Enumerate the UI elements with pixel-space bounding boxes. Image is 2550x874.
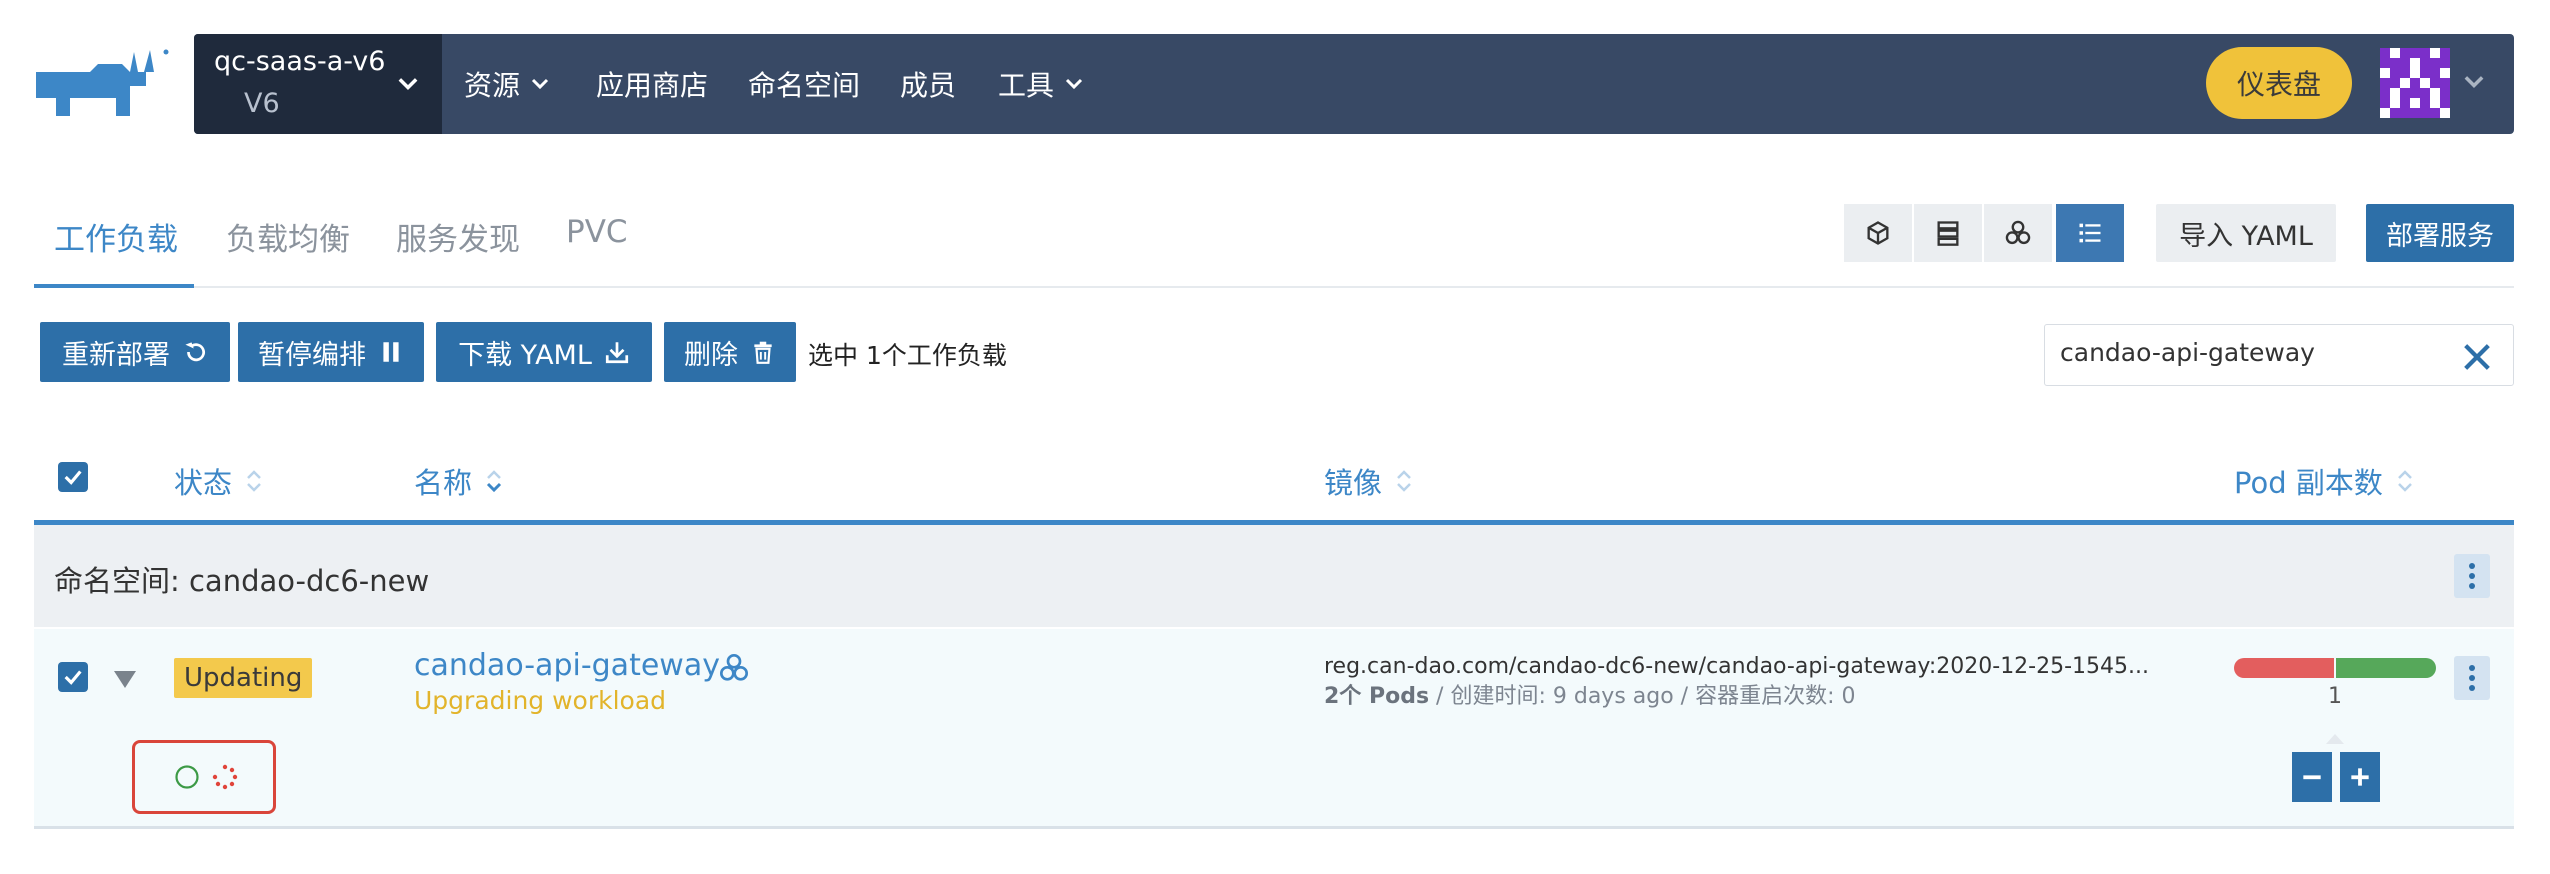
column-header-image[interactable]: 镜像 xyxy=(1324,460,1414,502)
delete-button[interactable]: 删除 xyxy=(664,322,796,382)
list-view-icon xyxy=(2079,223,2101,243)
tab-workloads[interactable]: 工作负载 xyxy=(54,214,178,259)
user-avatar[interactable] xyxy=(2380,48,2450,118)
dashboard-button[interactable]: 仪表盘 xyxy=(2206,47,2352,119)
nav-app-store[interactable]: 应用商店 xyxy=(596,64,708,104)
trash-icon xyxy=(754,341,772,364)
cluster-version: V6 xyxy=(244,88,280,119)
node-cluster-icon xyxy=(720,654,748,681)
view-by-namespace-button[interactable] xyxy=(1844,204,1912,262)
undo-icon xyxy=(185,342,205,362)
view-by-group-button[interactable] xyxy=(1984,204,2052,262)
chevron-down-icon xyxy=(531,78,549,90)
download-icon xyxy=(605,342,628,364)
workload-meta: 2个 Pods / 创建时间: 9 days ago / 容器重启次数: 0 xyxy=(1324,678,1856,710)
chevron-down-icon xyxy=(1065,78,1083,90)
workload-image: reg.can-dao.com/candao-dc6-new/candao-ap… xyxy=(1324,654,2150,679)
import-yaml-button[interactable]: 导入 YAML xyxy=(2156,204,2336,262)
search-input-value: candao-api-gateway xyxy=(2060,338,2315,367)
chevron-down-icon[interactable] xyxy=(394,70,422,98)
rancher-logo-icon[interactable] xyxy=(30,46,172,118)
column-header-status[interactable]: 状态 xyxy=(174,460,264,502)
cluster-name: qc-saas-a-v6 xyxy=(214,46,386,77)
namespace-group-label: 命名空间: candao-dc6-new xyxy=(54,564,430,598)
view-by-node-button[interactable] xyxy=(1914,204,1982,262)
row-divider xyxy=(34,826,2514,829)
nav-namespaces[interactable]: 命名空间 xyxy=(748,64,860,104)
expand-row-icon[interactable] xyxy=(112,668,138,690)
workload-name-link[interactable]: candao-api-gateway xyxy=(414,648,720,683)
deploy-service-button[interactable]: 部署服务 xyxy=(2366,204,2514,262)
cube-icon xyxy=(1867,221,1889,245)
tab-service-discovery[interactable]: 服务发现 xyxy=(396,214,520,259)
highlight-box xyxy=(132,740,276,814)
pod-running-icon[interactable] xyxy=(174,764,200,790)
tab-divider xyxy=(34,286,2514,288)
chevron-down-icon[interactable] xyxy=(2460,68,2488,96)
checkmark-icon xyxy=(64,470,82,485)
selection-count: 选中 1个工作负载 xyxy=(808,341,1007,370)
node-cluster-icon xyxy=(2005,220,2031,245)
pod-updating-spinner-icon[interactable] xyxy=(212,764,238,790)
checkmark-icon xyxy=(64,670,82,685)
kebab-menu-icon xyxy=(2469,563,2475,589)
column-header-name[interactable]: 名称 xyxy=(414,460,504,502)
kebab-menu-icon xyxy=(2469,665,2475,691)
redeploy-button[interactable]: 重新部署 xyxy=(40,322,230,382)
view-list-button[interactable] xyxy=(2056,204,2124,262)
active-tab-indicator xyxy=(34,284,194,288)
sort-icon xyxy=(1397,470,1411,492)
plus-icon xyxy=(2351,768,2369,786)
scale-up-button[interactable] xyxy=(2340,752,2380,802)
pause-orchestration-button[interactable]: 暂停编排 xyxy=(238,322,424,382)
nav-resources[interactable]: 资源 xyxy=(464,64,552,104)
status-badge: Updating xyxy=(174,658,313,698)
sort-icon xyxy=(2397,470,2412,492)
clear-search-icon[interactable] xyxy=(2460,340,2494,374)
tab-load-balancing[interactable]: 负载均衡 xyxy=(226,214,350,259)
workload-transition-message: Upgrading workload xyxy=(414,686,667,715)
nav-members[interactable]: 成员 xyxy=(900,64,956,104)
workload-actions-button[interactable] xyxy=(2454,656,2490,700)
scale-bar-unavailable xyxy=(2234,658,2334,678)
download-yaml-button[interactable]: 下载 YAML xyxy=(436,322,652,382)
nav-tools[interactable]: 工具 xyxy=(998,64,1086,104)
scale-pointer-icon xyxy=(2326,734,2344,744)
row-checkbox[interactable] xyxy=(58,662,88,692)
scale-bar-available xyxy=(2336,658,2436,678)
workload-meta-detail: / 创建时间: 9 days ago / 容器重启次数: 0 xyxy=(1429,684,1856,709)
sort-descending-icon xyxy=(486,470,502,493)
scale-down-button[interactable] xyxy=(2292,752,2332,802)
pod-count-label: 2个 Pods xyxy=(1324,684,1430,709)
select-all-checkbox[interactable] xyxy=(58,462,88,492)
column-header-pod-replicas[interactable]: Pod 副本数 xyxy=(2234,460,2415,502)
minus-icon xyxy=(2303,775,2321,780)
server-stack-icon xyxy=(1937,221,1959,246)
pod-replica-count: 1 xyxy=(2328,684,2342,709)
pause-icon xyxy=(383,342,399,362)
sort-icon xyxy=(247,470,261,492)
namespace-actions-button[interactable] xyxy=(2454,554,2490,598)
tab-pvc[interactable]: PVC xyxy=(566,214,628,250)
